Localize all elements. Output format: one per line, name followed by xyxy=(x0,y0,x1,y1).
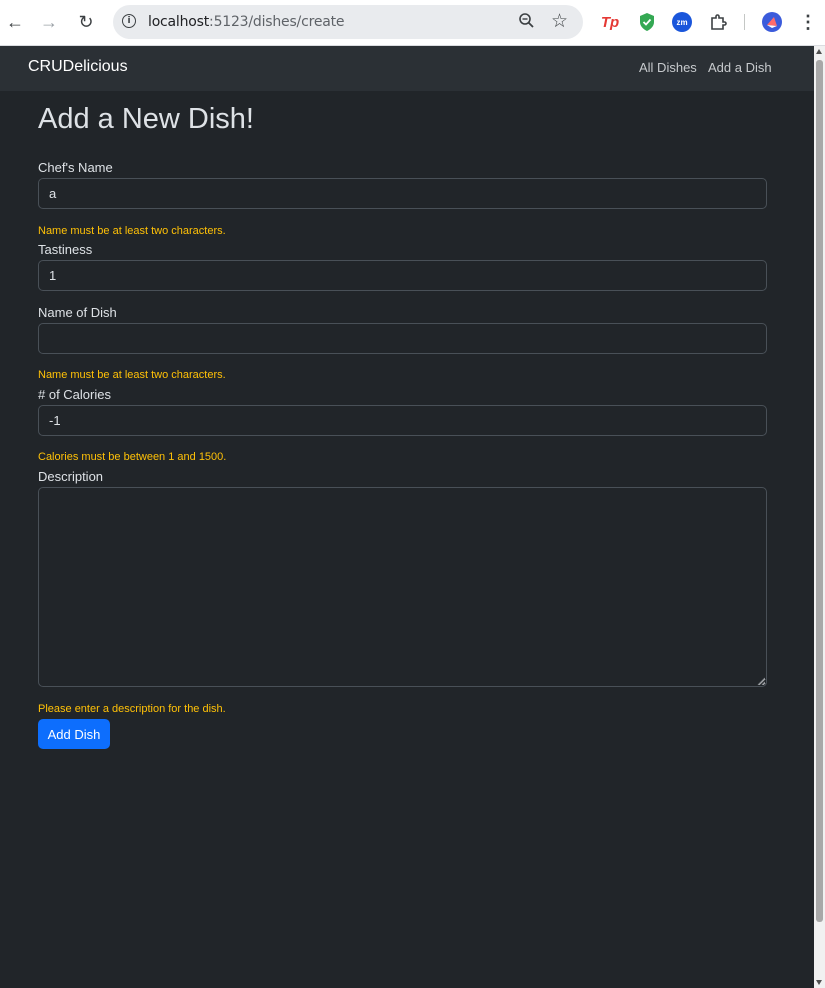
tp-extension-icon[interactable]: Tp xyxy=(600,12,620,32)
nav-all-dishes[interactable]: All Dishes xyxy=(639,60,697,75)
calories-input[interactable] xyxy=(38,405,767,436)
address-bar[interactable]: i localhost:5123/dishes/create ☆ xyxy=(113,5,583,39)
chef-name-input[interactable] xyxy=(38,178,767,209)
add-dish-button[interactable]: Add Dish xyxy=(38,719,110,749)
scrollbar-thumb[interactable] xyxy=(816,60,823,922)
dish-name-label: Name of Dish xyxy=(38,305,117,320)
scroll-down-icon[interactable] xyxy=(816,980,822,985)
chef-name-label: Chef's Name xyxy=(38,160,113,175)
page-title: Add a New Dish! xyxy=(38,103,254,135)
forward-icon[interactable]: → xyxy=(38,11,60,33)
brand-logo[interactable]: CRUDelicious xyxy=(28,58,128,76)
shield-icon[interactable] xyxy=(637,12,657,32)
scroll-up-icon[interactable] xyxy=(816,49,822,54)
url-text: localhost:5123/dishes/create xyxy=(148,14,345,30)
resize-grip-icon[interactable] xyxy=(757,677,765,685)
dish-name-input[interactable] xyxy=(38,323,767,354)
calories-label: # of Calories xyxy=(38,387,111,402)
dish-name-error: Name must be at least two characters. xyxy=(38,369,226,381)
tastiness-label: Tastiness xyxy=(38,242,93,257)
tastiness-input[interactable] xyxy=(38,260,767,291)
toolbar-divider xyxy=(744,14,745,30)
bookmark-star-icon[interactable]: ☆ xyxy=(551,10,568,33)
chef-name-error: Name must be at least two characters. xyxy=(38,225,226,237)
browser-toolbar: ← → ↻ i localhost:5123/dishes/create ☆ T… xyxy=(0,0,825,46)
extensions-puzzle-icon[interactable] xyxy=(708,12,728,32)
profile-avatar-icon[interactable] xyxy=(762,12,782,32)
calories-error: Calories must be between 1 and 1500. xyxy=(38,451,227,463)
site-info-icon[interactable]: i xyxy=(122,14,136,28)
zoom-extension-icon[interactable]: zm xyxy=(672,12,692,32)
page-scrollbar[interactable] xyxy=(814,46,825,988)
nav-add-dish[interactable]: Add a Dish xyxy=(708,60,772,75)
reload-icon[interactable]: ↻ xyxy=(75,11,97,33)
app-navbar: CRUDelicious All Dishes Add a Dish xyxy=(0,46,814,91)
browser-menu-icon[interactable]: ⋮ xyxy=(798,12,818,32)
description-label: Description xyxy=(38,469,104,484)
description-textarea[interactable] xyxy=(38,487,767,687)
zoom-icon[interactable] xyxy=(518,12,535,34)
back-icon[interactable]: ← xyxy=(4,11,26,33)
description-error: Please enter a description for the dish. xyxy=(38,703,226,715)
